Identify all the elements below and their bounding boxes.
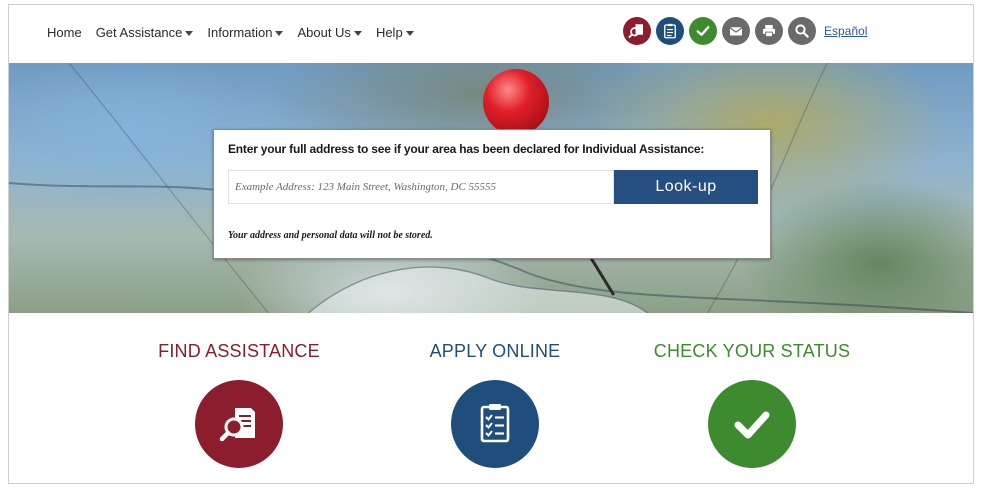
find-assistance-label: FIND ASSISTANCE	[158, 341, 320, 361]
nav-help[interactable]: Help	[376, 25, 414, 40]
check-status-label: CHECK YOUR STATUS	[653, 341, 851, 361]
checkmark-icon	[708, 380, 796, 468]
apply-online-icon	[664, 23, 676, 39]
apply-online-label: APPLY ONLINE	[429, 341, 561, 361]
chevron-down-icon	[185, 31, 194, 36]
page-frame: Home Get Assistance Information About Us…	[8, 4, 974, 484]
find-assistance-tile[interactable]: FIND ASSISTANCE	[139, 341, 339, 468]
print-tool-button[interactable]	[755, 17, 783, 45]
lookup-button[interactable]: Look-up	[614, 170, 758, 204]
find-assistance-icon	[195, 380, 283, 468]
nav-about-us-label: About Us	[297, 25, 351, 40]
nav-information-label: Information	[207, 25, 273, 40]
find-assistance-icon	[628, 24, 643, 38]
nav-get-assistance-label: Get Assistance	[95, 25, 183, 40]
search-tool-button[interactable]	[788, 17, 816, 45]
top-navigation: Home Get Assistance Information About Us…	[9, 5, 973, 63]
map-pin-icon	[483, 69, 549, 135]
email-tool-button[interactable]	[722, 17, 750, 45]
apply-online-tool-button[interactable]	[656, 17, 684, 45]
chevron-down-icon	[353, 31, 362, 36]
nav-home-label: Home	[47, 25, 82, 40]
chevron-down-icon	[405, 31, 414, 36]
clipboard-checklist-icon	[451, 380, 539, 468]
apply-online-tile[interactable]: APPLY ONLINE	[395, 341, 595, 468]
check-status-tool-button[interactable]	[689, 17, 717, 45]
print-icon	[763, 25, 775, 38]
utility-toolbar: Español	[623, 17, 867, 45]
privacy-note: Your address and personal data will not …	[228, 230, 433, 241]
check-status-icon	[696, 26, 710, 36]
chevron-down-icon	[275, 31, 284, 36]
find-assistance-tool-button[interactable]	[623, 17, 651, 45]
nav-information[interactable]: Information	[207, 25, 284, 40]
hero-map-banner: Enter your full address to see if your a…	[9, 63, 973, 313]
main-menu: Home Get Assistance Information About Us…	[47, 25, 414, 40]
email-icon	[729, 27, 743, 36]
nav-about-us[interactable]: About Us	[297, 25, 362, 40]
nav-home[interactable]: Home	[47, 25, 82, 40]
address-lookup-panel: Enter your full address to see if your a…	[213, 129, 771, 259]
check-status-tile[interactable]: CHECK YOUR STATUS	[652, 341, 852, 468]
address-input[interactable]	[228, 170, 614, 204]
lookup-instructions: Enter your full address to see if your a…	[228, 142, 705, 156]
search-icon	[795, 24, 809, 38]
language-link-espanol[interactable]: Español	[824, 24, 867, 38]
nav-help-label: Help	[375, 25, 403, 40]
nav-get-assistance[interactable]: Get Assistance	[96, 25, 194, 40]
